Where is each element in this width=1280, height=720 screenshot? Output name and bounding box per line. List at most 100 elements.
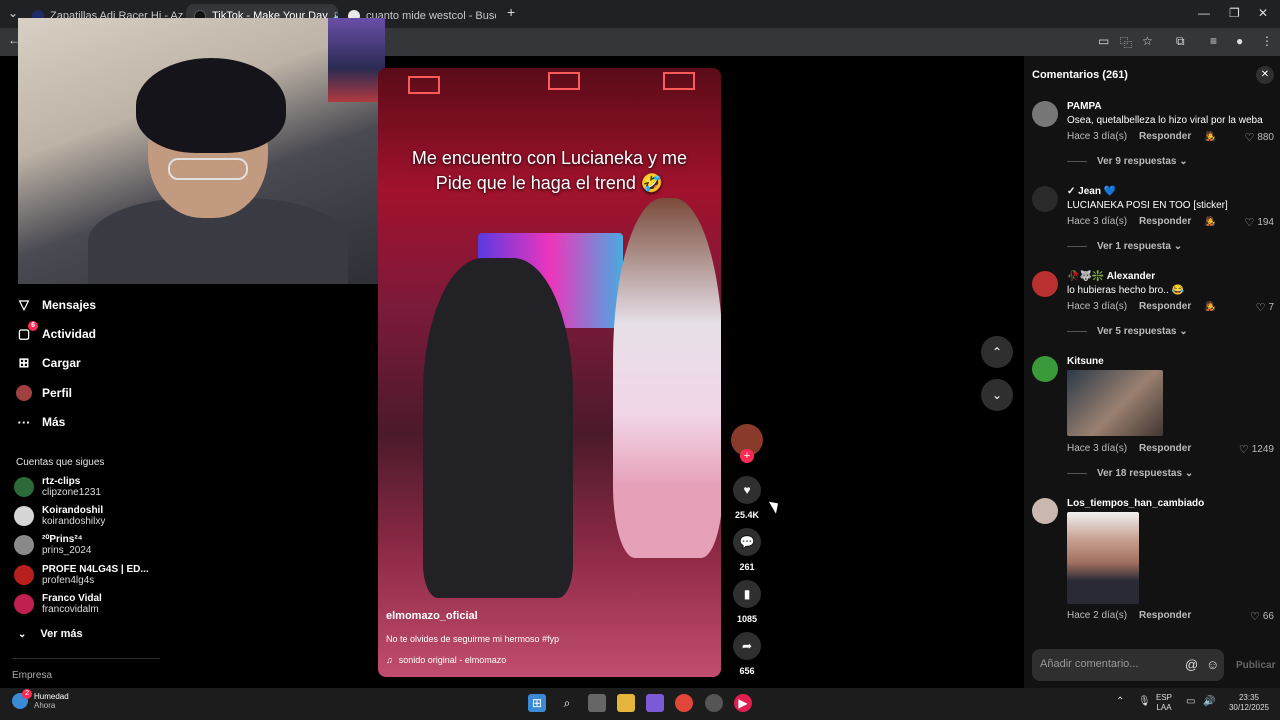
following-account[interactable]: PROFE N4LG4S | ED... profen4lg4s bbox=[14, 564, 149, 586]
heart-outline-icon: ♡ bbox=[1244, 217, 1255, 229]
tray-chevron-up-icon[interactable]: ⌃ bbox=[1116, 697, 1124, 707]
following-account[interactable]: ²⁰Prins²⁴ prins_2024 bbox=[14, 534, 91, 556]
comment-item: 🥀🐺❇️ Alexander lo hubieras hecho bro.. 😂… bbox=[1032, 271, 1276, 351]
media-icon[interactable]: ≡ bbox=[1210, 34, 1217, 48]
wall-poster-image bbox=[328, 18, 385, 102]
sidebar-item-perfil[interactable]: Perfil bbox=[16, 385, 72, 401]
weather-icon: 2 bbox=[12, 689, 32, 709]
publish-button[interactable]: Publicar bbox=[1236, 660, 1275, 671]
weather-subtitle: Ahora bbox=[34, 701, 56, 710]
profile-icon[interactable]: ● bbox=[1236, 34, 1243, 48]
language-indicator[interactable]: ESP LAA bbox=[1156, 693, 1172, 713]
install-icon[interactable]: ▭ bbox=[1098, 34, 1109, 48]
footer-link-empresa[interactable]: Empresa bbox=[12, 670, 52, 681]
like-count: 194 bbox=[1257, 217, 1274, 228]
video-author[interactable]: elmomazo_oficial bbox=[386, 610, 478, 622]
comment-sticker-image[interactable] bbox=[1067, 512, 1139, 604]
avatar[interactable] bbox=[1032, 356, 1058, 382]
next-video-button[interactable]: ⌄ bbox=[981, 379, 1013, 411]
plus-icon[interactable]: + bbox=[507, 4, 515, 20]
comment-like-button[interactable]: ♡ 1249 bbox=[1239, 443, 1274, 456]
previous-video-button[interactable]: ⌃ bbox=[981, 336, 1013, 368]
see-more-button[interactable]: ⌄ Ver más bbox=[18, 628, 83, 640]
following-account[interactable]: Franco Vidal francovidalm bbox=[14, 593, 102, 615]
comment-username[interactable]: ✓ Jean 💙 bbox=[1067, 186, 1116, 197]
app-icon[interactable] bbox=[705, 694, 723, 712]
sidebar-item-actividad[interactable]: ▢ 6 Actividad bbox=[16, 321, 96, 342]
avatar[interactable] bbox=[1032, 498, 1058, 524]
reply-button[interactable]: Responder bbox=[1139, 216, 1191, 227]
following-account[interactable]: rtz-clips clipzone1231 bbox=[14, 476, 101, 498]
clock[interactable]: 23:35 30/12/2025 bbox=[1224, 693, 1274, 713]
avatar[interactable] bbox=[1032, 101, 1058, 127]
chrome-icon[interactable] bbox=[675, 694, 693, 712]
like-button[interactable]: ♥ bbox=[733, 476, 761, 504]
sidebar-item-mensajes[interactable]: ▽ Mensajes bbox=[16, 297, 96, 313]
tab-search-icon[interactable]: ⌄ bbox=[8, 6, 18, 20]
comment-like-button[interactable]: ♡ 7 bbox=[1256, 301, 1274, 314]
view-replies-button[interactable]: Ver 5 respuestas ⌄ bbox=[1067, 326, 1188, 337]
comment-count: 261 bbox=[739, 562, 755, 572]
view-replies-button[interactable]: Ver 18 respuestas ⌄ bbox=[1067, 468, 1193, 479]
video-caption: Me encuentro con Lucianeka y me Pide que… bbox=[378, 146, 721, 196]
video-player[interactable]: Me encuentro con Lucianeka y me Pide que… bbox=[378, 68, 721, 677]
following-title: Cuentas que sigues bbox=[16, 457, 105, 468]
share-button[interactable]: ➦ bbox=[733, 632, 761, 660]
translate-icon[interactable]: ⿻ bbox=[1120, 34, 1132, 51]
follow-plus-icon[interactable]: + bbox=[740, 449, 754, 463]
comment-like-button[interactable]: ♡ 194 bbox=[1244, 216, 1274, 229]
close-icon[interactable]: ✕ bbox=[1256, 66, 1274, 84]
comment-username[interactable]: 🥀🐺❇️ Alexander bbox=[1067, 271, 1155, 282]
comment-username[interactable]: Kitsune bbox=[1067, 356, 1104, 367]
volume-icon[interactable]: 🔊 bbox=[1203, 697, 1215, 707]
comment-like-button[interactable]: ♡ 66 bbox=[1250, 610, 1274, 623]
weather-widget[interactable]: 2 Humedad Ahora bbox=[12, 689, 69, 710]
windows-start-icon[interactable]: ⊞ bbox=[528, 694, 546, 712]
video-sound[interactable]: ♫ sonido original - elmomazo bbox=[386, 655, 506, 665]
reply-button[interactable]: Responder bbox=[1139, 443, 1191, 454]
caption-line: Me encuentro con Lucianeka y me bbox=[411, 148, 688, 168]
task-view-icon[interactable] bbox=[588, 694, 606, 712]
reply-button[interactable]: Responder bbox=[1139, 610, 1191, 621]
media-player-icon[interactable]: ▶ bbox=[734, 694, 752, 712]
sidebar-item-cargar[interactable]: ⊞ Cargar bbox=[16, 355, 81, 371]
view-replies-button[interactable]: Ver 1 respuesta ⌄ bbox=[1067, 241, 1182, 252]
account-handle: clipzone1231 bbox=[42, 487, 101, 498]
menu-dots-icon[interactable]: ⋮ bbox=[1261, 34, 1273, 48]
emoji-icon[interactable]: ☺ bbox=[1206, 657, 1219, 672]
sidebar-item-label: Más bbox=[42, 415, 66, 429]
comment-username[interactable]: Los_tiempos_han_cambiado bbox=[1067, 498, 1204, 509]
avatar bbox=[14, 535, 34, 555]
comment-username[interactable]: PAMPA bbox=[1067, 101, 1102, 112]
copilot-icon[interactable] bbox=[646, 694, 664, 712]
avatar bbox=[14, 594, 34, 614]
search-icon[interactable]: ⌕ bbox=[558, 694, 576, 712]
save-button[interactable]: ▮ bbox=[733, 580, 761, 608]
mention-icon[interactable]: @ bbox=[1185, 657, 1198, 672]
account-name: PROFE N4LG4S | ED... bbox=[42, 564, 149, 575]
file-explorer-icon[interactable] bbox=[617, 694, 635, 712]
close-window-icon[interactable]: ✕ bbox=[1258, 6, 1268, 20]
avatar[interactable] bbox=[1032, 186, 1058, 212]
sidebar-item-mas[interactable]: ··· Más bbox=[16, 414, 66, 430]
microphone-icon[interactable]: 🎙 bbox=[1138, 697, 1151, 707]
reply-button[interactable]: Responder bbox=[1139, 301, 1191, 312]
minimize-icon[interactable]: — bbox=[1198, 6, 1210, 20]
reply-button[interactable]: Responder bbox=[1139, 131, 1191, 142]
comment-button[interactable]: 💬 bbox=[733, 528, 761, 556]
following-account[interactable]: Koirandoshil koirandoshilxy bbox=[14, 505, 105, 527]
account-name: Franco Vidal bbox=[42, 593, 102, 604]
extensions-icon[interactable]: ⧉ bbox=[1176, 34, 1185, 49]
view-replies-button[interactable]: Ver 9 respuestas ⌄ bbox=[1067, 156, 1188, 167]
avatar[interactable] bbox=[1032, 271, 1058, 297]
heart-outline-icon: ♡ bbox=[1238, 444, 1249, 456]
comment-sticker-image[interactable] bbox=[1067, 370, 1163, 436]
stage-light bbox=[663, 72, 695, 90]
network-icon[interactable]: ▭ bbox=[1186, 697, 1195, 707]
star-icon[interactable]: ☆ bbox=[1142, 34, 1153, 48]
sidebar-item-label: Cargar bbox=[42, 356, 81, 370]
restore-icon[interactable]: ❐ bbox=[1229, 6, 1240, 20]
like-count: 1249 bbox=[1251, 444, 1274, 455]
comment-like-button[interactable]: ♡ 880 bbox=[1244, 131, 1274, 144]
heart-icon: ♥ bbox=[743, 483, 751, 497]
